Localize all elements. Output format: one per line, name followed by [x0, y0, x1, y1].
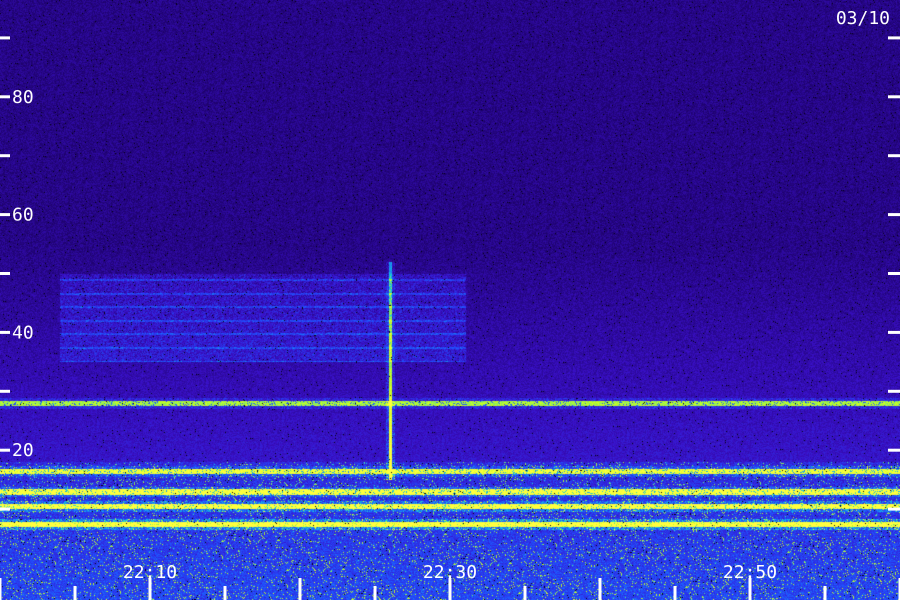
y-tick-label: 80 [12, 87, 34, 108]
x-tick-label: 22:30 [423, 562, 477, 583]
y-tick-label: 60 [12, 205, 34, 226]
date-label: 03/10 [836, 8, 890, 29]
y-axis-left: 20406080100 [0, 36, 34, 511]
y-tick-label: 20 [12, 440, 34, 461]
x-axis: 22:10 22:30 22:50 [0, 562, 900, 600]
axes-overlay: 20406080100 22:1022:3022:50 03/10 [0, 8, 900, 600]
spectrogram: 20406080100 22:1022:3022:50 03/10 [0, 0, 900, 600]
x-tick-label: 22:50 [723, 562, 777, 583]
y-axis-right [888, 36, 900, 511]
x-tick-label: 22:10 [123, 562, 177, 583]
y-tick-label: 40 [12, 322, 34, 343]
